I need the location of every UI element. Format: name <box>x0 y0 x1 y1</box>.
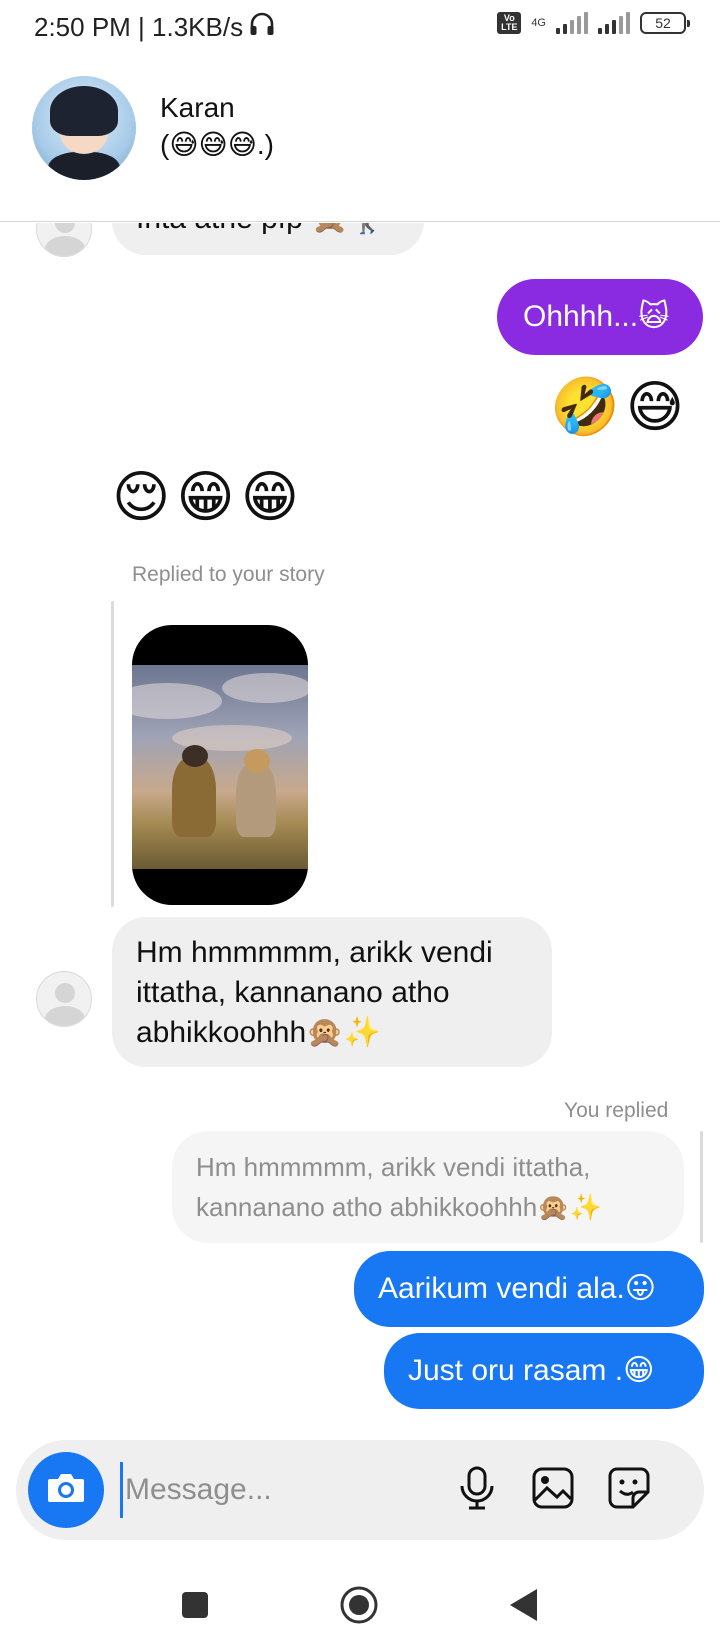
camera-button[interactable] <box>28 1452 104 1528</box>
home-icon <box>338 1584 380 1631</box>
volte-icon: Vo LTE <box>497 12 522 34</box>
message-bubble-incoming[interactable]: Inta athe pfp 🙊🚶‍♀️ <box>112 223 424 255</box>
story-reply-label: Replied to your story <box>132 563 325 586</box>
message-bubble-incoming[interactable]: Hm hmmmmm, arikk vendi ittatha, kannanan… <box>112 917 552 1067</box>
chat-header: Karan (😅😅😅.) <box>0 56 720 222</box>
headphones-icon <box>249 12 275 43</box>
sender-avatar[interactable] <box>36 223 92 257</box>
you-replied-label: You replied <box>564 1099 669 1122</box>
signal-icon-2 <box>598 12 630 34</box>
status-time: 2:50 PM | 1.3KB/s <box>34 12 244 42</box>
status-left: 2:50 PM | 1.3KB/s <box>34 12 275 43</box>
recents-button[interactable] <box>170 1582 220 1632</box>
message-composer <box>16 1440 704 1540</box>
status-bar: 2:50 PM | 1.3KB/s Vo LTE 4G 52 <box>0 0 720 56</box>
quoted-text: Hm hmmmmm, arikk vendi ittatha, kannanan… <box>196 1152 602 1222</box>
microphone-icon <box>457 1465 497 1516</box>
battery-icon: 52 <box>640 12 690 34</box>
camera-icon <box>46 1471 86 1510</box>
message-input[interactable] <box>120 1462 420 1518</box>
emoji-message-outgoing[interactable]: 🤣😅 <box>550 375 690 439</box>
gallery-button[interactable] <box>528 1465 578 1515</box>
contact-name[interactable]: Karan <box>160 92 235 124</box>
reply-indicator-line <box>111 601 114 907</box>
message-list[interactable]: Inta athe pfp 🙊🚶‍♀️ Ohhhh...🙀 🤣😅 😌😁😁 Rep… <box>0 223 720 1435</box>
reply-indicator-line <box>700 1131 703 1243</box>
message-bubble-outgoing[interactable]: Ohhhh...🙀 <box>497 279 703 355</box>
message-text: Just oru rasam .😁 <box>408 1354 655 1387</box>
status-right: Vo LTE 4G 52 <box>497 12 690 34</box>
signal-icon <box>556 12 588 34</box>
message-text: Aarikum vendi ala.😛 <box>378 1272 657 1305</box>
quoted-message[interactable]: Hm hmmmmm, arikk vendi ittatha, kannanan… <box>172 1131 684 1243</box>
contact-avatar[interactable] <box>32 76 136 180</box>
back-icon <box>507 1587 539 1628</box>
network-type: 4G <box>531 17 546 29</box>
sender-avatar[interactable] <box>36 971 92 1027</box>
back-button[interactable] <box>498 1582 548 1632</box>
microphone-button[interactable] <box>452 1465 502 1515</box>
sticker-icon <box>607 1466 651 1515</box>
sticker-button[interactable] <box>604 1465 654 1515</box>
home-button[interactable] <box>334 1582 384 1632</box>
message-text: Ohhhh...🙀 <box>523 300 670 333</box>
story-thumbnail[interactable] <box>132 625 308 905</box>
message-bubble-outgoing[interactable]: Aarikum vendi ala.😛 <box>354 1251 704 1327</box>
recents-icon <box>180 1590 210 1625</box>
battery-level: 52 <box>655 15 671 31</box>
gallery-icon <box>531 1466 575 1515</box>
system-nav-bar <box>0 1560 720 1650</box>
contact-status: (😅😅😅.) <box>160 129 274 160</box>
emoji-message-incoming[interactable]: 😌😁😁 <box>112 465 305 529</box>
message-text: Hm hmmmmm, arikk vendi ittatha, kannanan… <box>136 936 493 1049</box>
message-text: Inta athe pfp 🙊🚶‍♀️ <box>136 223 386 235</box>
message-bubble-outgoing[interactable]: Just oru rasam .😁 <box>384 1333 704 1409</box>
